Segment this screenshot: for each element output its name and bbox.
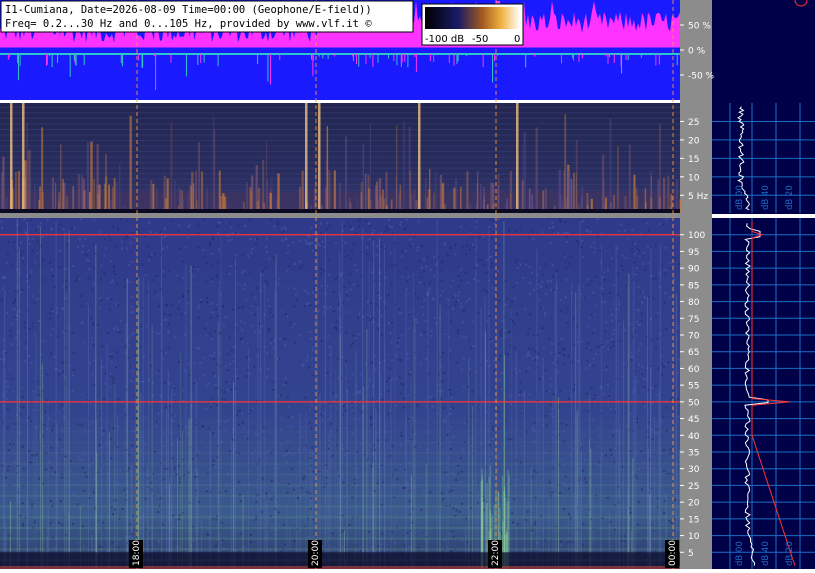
low-freq-tick-label: 10 bbox=[688, 173, 700, 183]
low-freq-tick-label: 25 bbox=[688, 118, 699, 128]
time-tick-text: 18:00 bbox=[132, 540, 142, 566]
spectrum-high-x-label: dB 00 bbox=[735, 541, 745, 566]
spectrum-low-x-label: dB 20 bbox=[785, 185, 795, 210]
high-freq-tick-label: 85 bbox=[688, 281, 699, 291]
colorbar-label-mid: -50 bbox=[472, 34, 488, 45]
time-tick-text: 00:00 bbox=[668, 540, 678, 566]
time-tick-label: 18:00 bbox=[129, 540, 143, 568]
header-line-1: I1-Cumiana, Date=2026-08-09 Time=00:00 (… bbox=[5, 4, 372, 16]
high-freq-tick-label: 65 bbox=[688, 348, 699, 358]
high-freq-tick-label: 80 bbox=[688, 298, 700, 308]
high-freq-tick-label: 55 bbox=[688, 382, 699, 392]
high-freq-tick-label: 35 bbox=[688, 449, 699, 459]
high-freq-tick-label: 95 bbox=[688, 248, 699, 258]
colorbar-gradient bbox=[425, 7, 520, 29]
spectrum-high-x-label: dB 20 bbox=[785, 541, 795, 566]
colorbar: -100 dB -50 0 bbox=[422, 4, 523, 45]
high-freq-tick-label: 20 bbox=[688, 499, 700, 509]
time-tick-label: 20:00 bbox=[308, 540, 322, 568]
high-freq-tick-label: 5 bbox=[688, 549, 694, 559]
time-tick-text: 22:00 bbox=[491, 540, 501, 566]
time-tick-text: 20:00 bbox=[311, 540, 321, 566]
colorbar-label-max: 0 bbox=[514, 34, 520, 45]
amplitude-tick-label: 50 % bbox=[688, 22, 711, 32]
time-tick-label: 00:00 bbox=[665, 540, 679, 568]
low-freq-tick-label: 5 Hz bbox=[688, 192, 708, 202]
spectrum-low-x-label: dB 40 bbox=[761, 185, 771, 210]
low-freq-tick-label: 15 bbox=[688, 155, 699, 165]
high-freq-tick-label: 90 bbox=[688, 265, 700, 275]
spectrum-high-x-labels: dB 00 dB 40 dB 20 bbox=[735, 541, 795, 566]
spectrum-low-x-labels: dB 00 dB 40 dB 20 bbox=[735, 185, 795, 210]
high-freq-tick-label: 40 bbox=[688, 432, 700, 442]
time-tick-label: 22:00 bbox=[488, 540, 502, 568]
amplitude-tick-label: 0 % bbox=[688, 47, 706, 57]
vlf-monitor-screen: 50 %0 %-50 % 252015105 Hz 10095908580757… bbox=[0, 0, 815, 569]
high-freq-tick-label: 30 bbox=[688, 465, 700, 475]
spectrum-low-x-label: dB 00 bbox=[735, 185, 745, 210]
high-freq-tick-label: 10 bbox=[688, 532, 700, 542]
high-freq-tick-label: 45 bbox=[688, 415, 699, 425]
low-freq-tick-label: 20 bbox=[688, 136, 700, 146]
high-freq-tick-label: 60 bbox=[688, 365, 700, 375]
high-freq-tick-label: 70 bbox=[688, 332, 700, 342]
header-box: I1-Cumiana, Date=2026-08-09 Time=00:00 (… bbox=[1, 1, 413, 32]
high-freq-tick-label: 75 bbox=[688, 315, 699, 325]
amplitude-tick-label: -50 % bbox=[688, 72, 715, 82]
high-freq-tick-label: 25 bbox=[688, 482, 699, 492]
spectrum-high-x-label: dB 40 bbox=[761, 541, 771, 566]
high-freq-tick-label: 50 bbox=[688, 398, 700, 408]
vlf-spectrogram-chart: 50 %0 %-50 % 252015105 Hz 10095908580757… bbox=[0, 0, 815, 569]
high-freq-tick-label: 100 bbox=[688, 231, 705, 241]
high-freq-tick-label: 15 bbox=[688, 515, 699, 525]
header-line-2: Freq= 0.2...30 Hz and 0...105 Hz, provid… bbox=[5, 18, 372, 30]
colorbar-label-min: -100 dB bbox=[425, 34, 464, 45]
